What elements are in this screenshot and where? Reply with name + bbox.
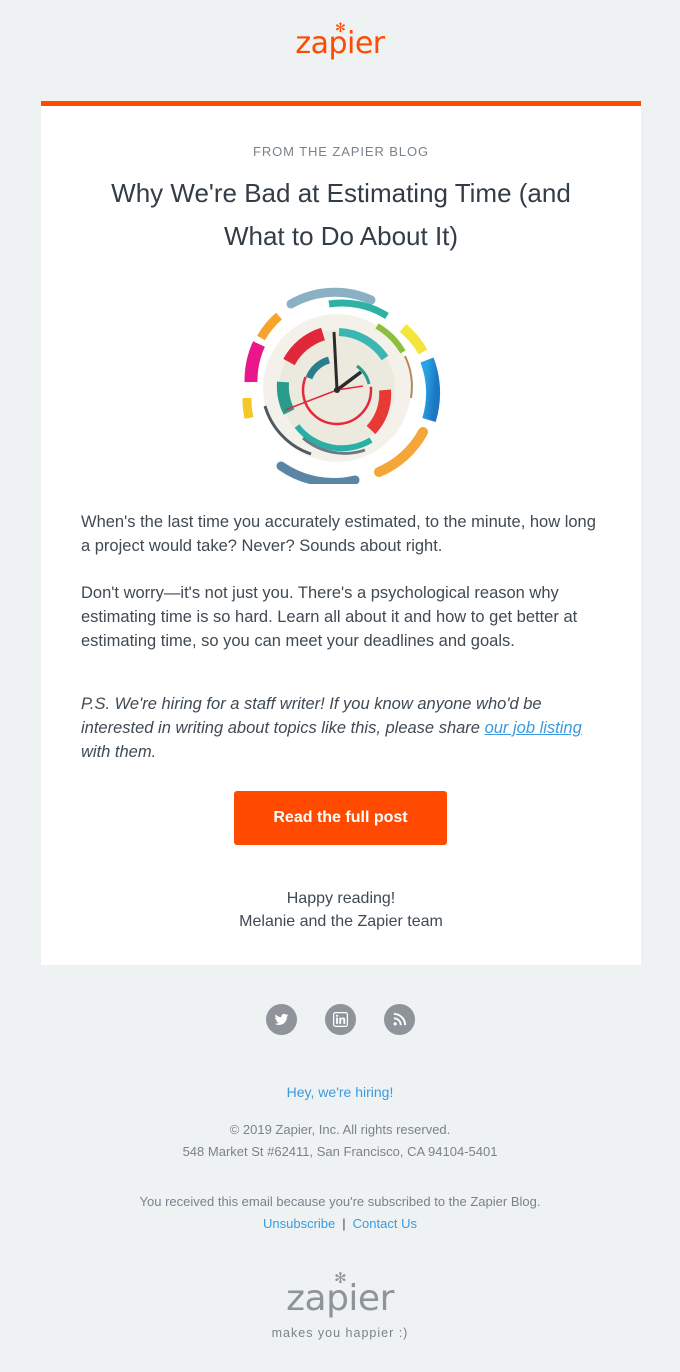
- signoff-greeting: Happy reading!: [286, 890, 396, 907]
- email-card: FROM THE ZAPIER BLOG Why We're Bad at Es…: [41, 101, 641, 965]
- twitter-icon[interactable]: [265, 1004, 297, 1035]
- unsubscribe-link[interactable]: Unsubscribe: [263, 1216, 335, 1231]
- eyebrow-label: FROM THE ZAPIER BLOG: [253, 144, 429, 159]
- signoff-signature: Melanie and the Zapier team: [239, 913, 443, 930]
- ps-text-before: P.S. We're hiring for a staff writer! If…: [81, 695, 542, 737]
- read-full-post-button[interactable]: Read the full post: [234, 791, 447, 845]
- email-page: ✻ zapier FROM THE ZAPIER BLOG Why We're …: [0, 0, 680, 1372]
- article-headline: Why We're Bad at Estimating Time (and Wh…: [111, 178, 571, 251]
- intro-paragraph: When's the last time you accurately esti…: [81, 513, 596, 555]
- address-text: 548 Market St #62411, San Francisco, CA …: [182, 1144, 498, 1159]
- job-listing-link[interactable]: our job listing: [485, 719, 582, 737]
- linkedin-icon[interactable]: [324, 1004, 356, 1035]
- asterisk-icon: ✻: [335, 21, 346, 36]
- copyright-text: © 2019 Zapier, Inc. All rights reserved.: [229, 1122, 451, 1137]
- zapier-logo[interactable]: ✻ zapier: [295, 21, 385, 64]
- social-links: [0, 1004, 680, 1035]
- asterisk-icon: ✻: [334, 1269, 347, 1287]
- header-logo[interactable]: ✻ zapier: [0, 21, 680, 64]
- link-separator: |: [342, 1216, 346, 1231]
- ps-paragraph: P.S. We're hiring for a staff writer! If…: [81, 692, 601, 764]
- signoff: Happy reading! Melanie and the Zapier te…: [41, 887, 641, 933]
- detail-paragraph: Don't worry—it's not just you. There's a…: [81, 584, 578, 650]
- footer-logo[interactable]: ✻ zapier: [0, 1271, 680, 1322]
- zapier-logo-grey[interactable]: ✻ zapier: [286, 1271, 394, 1322]
- subscription-reason: You received this email because you're s…: [139, 1194, 541, 1209]
- ps-text-after: with them.: [81, 743, 157, 761]
- footer-links: Unsubscribe | Contact Us: [0, 1213, 680, 1235]
- contact-us-link[interactable]: Contact Us: [353, 1216, 417, 1231]
- tagline: makes you happier :): [271, 1326, 409, 1340]
- clock-illustration-icon: [242, 287, 441, 484]
- rss-icon[interactable]: [383, 1004, 415, 1035]
- hiring-link[interactable]: Hey, we're hiring!: [0, 1084, 680, 1100]
